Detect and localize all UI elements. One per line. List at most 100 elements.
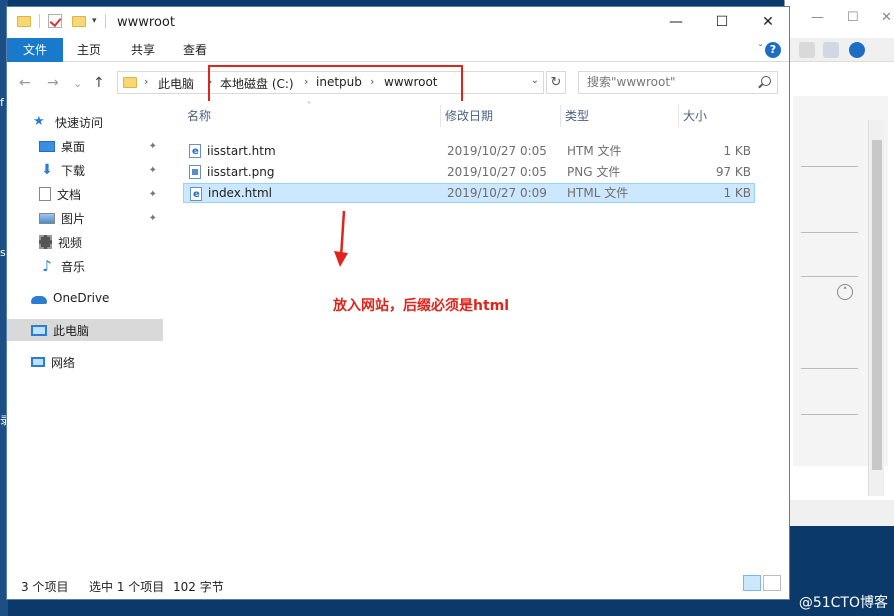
- close-button[interactable]: ✕: [745, 7, 791, 38]
- tab-view[interactable]: 查看: [175, 38, 215, 62]
- bg-maximize-button[interactable]: ☐: [847, 10, 859, 25]
- maximize-button[interactable]: ☐: [699, 7, 745, 38]
- sidebar-item-label: 网络: [51, 355, 76, 370]
- explorer-window: ▾ wwwroot — ☐ ✕ 文件 主页 共享 查看 ˇ ? ← → ⌄ ↑ …: [6, 6, 790, 600]
- file-list: 名称 ˄ 修改日期 类型 大小 iisstart.htm 2019/10/27 …: [167, 101, 789, 567]
- pin-icon[interactable]: ✦: [149, 213, 157, 224]
- recent-locations-button[interactable]: ⌄: [73, 77, 82, 90]
- tab-file[interactable]: 文件: [7, 38, 63, 62]
- back-button[interactable]: ←: [19, 75, 31, 91]
- document-icon: [39, 187, 51, 201]
- computer-icon: [31, 324, 47, 336]
- music-icon: ♪: [42, 257, 52, 275]
- sidebar-item-label: OneDrive: [53, 291, 110, 305]
- tab-home[interactable]: 主页: [69, 38, 109, 62]
- pin-icon[interactable]: ✦: [149, 165, 157, 176]
- title-bar: ▾ wwwroot — ☐ ✕: [7, 7, 789, 38]
- bg-home-icon[interactable]: [823, 42, 839, 58]
- desktop-text: f: [0, 96, 4, 109]
- tab-share[interactable]: 共享: [123, 38, 163, 62]
- file-row-selected[interactable]: index.html 2019/10/27 0:09 HTML 文件 1 KB: [183, 183, 755, 205]
- file-size: 1 KB: [723, 144, 751, 158]
- background-window: — ☐ ✕ ˄: [784, 0, 894, 526]
- sidebar-item-downloads[interactable]: ⬇ 下载 ✦: [7, 159, 163, 181]
- sidebar-item-label: 快速访问: [55, 115, 104, 130]
- breadcrumb-this-pc[interactable]: 此电脑: [158, 75, 194, 92]
- file-row[interactable]: iisstart.png 2019/10/27 0:05 PNG 文件 97 K…: [183, 162, 755, 182]
- desktop-icon: [39, 140, 55, 152]
- search-input[interactable]: [587, 75, 747, 89]
- details-view-icon[interactable]: [743, 575, 761, 591]
- file-size: 1 KB: [723, 186, 751, 200]
- file-row[interactable]: iisstart.htm 2019/10/27 0:05 HTM 文件 1 KB: [183, 141, 755, 162]
- window-title: wwwroot: [117, 15, 175, 30]
- file-name: index.html: [208, 186, 272, 200]
- bg-collapse-icon[interactable]: ˄: [837, 284, 853, 300]
- sidebar-item-network[interactable]: 网络: [7, 351, 163, 373]
- file-modified: 2019/10/27 0:09: [447, 186, 547, 200]
- pin-icon[interactable]: ✦: [149, 141, 157, 152]
- column-header-type[interactable]: 类型: [561, 105, 679, 127]
- quick-access-toolbar: ▾: [17, 14, 106, 28]
- sidebar-item-quick-access[interactable]: ★ 快速访问: [7, 111, 163, 133]
- sidebar-item-desktop[interactable]: 桌面 ✦: [7, 135, 163, 157]
- status-selection: 选中 1 个项目: [89, 580, 165, 594]
- properties-icon[interactable]: [48, 14, 62, 28]
- file-modified: 2019/10/27 0:05: [447, 165, 547, 179]
- sidebar-item-music[interactable]: ♪ 音乐: [7, 255, 163, 277]
- navigation-pane: ★ 快速访问 桌面 ✦ ⬇ 下载 ✦ 文档 ✦ 图片 ✦ 视频 ♪ 音乐 One…: [7, 101, 165, 567]
- status-bar: 3 个项目 选中 1 个项目 102 字节: [7, 575, 789, 599]
- refresh-button[interactable]: ↻: [546, 71, 566, 94]
- bg-minimize-button[interactable]: —: [811, 10, 824, 25]
- new-folder-icon[interactable]: [72, 15, 86, 27]
- search-icon[interactable]: [761, 76, 771, 86]
- forward-button[interactable]: →: [47, 75, 59, 91]
- column-header-name[interactable]: 名称: [183, 105, 441, 127]
- video-icon: [39, 235, 52, 249]
- sidebar-item-label: 音乐: [61, 259, 86, 274]
- bg-close-button[interactable]: ✕: [881, 10, 892, 25]
- html-file-icon: [190, 185, 202, 205]
- watermark: @51CTO博客: [798, 595, 888, 611]
- column-header-modified[interactable]: 修改日期: [441, 105, 561, 127]
- bg-scrollbar[interactable]: [868, 120, 884, 496]
- sidebar-item-videos[interactable]: 视频: [7, 231, 163, 253]
- sort-caret-icon: ˄: [307, 101, 311, 110]
- minimize-button[interactable]: —: [653, 7, 699, 38]
- sidebar-item-onedrive[interactable]: OneDrive: [7, 287, 163, 309]
- onedrive-icon: [31, 295, 47, 304]
- sidebar-item-pictures[interactable]: 图片 ✦: [7, 207, 163, 229]
- download-icon: ⬇: [41, 162, 53, 178]
- sidebar-item-label: 下载: [61, 163, 86, 178]
- customize-dropdown-icon[interactable]: ▾: [92, 16, 97, 26]
- search-box[interactable]: [578, 71, 778, 94]
- file-size: 97 KB: [715, 165, 751, 179]
- sidebar-item-label: 文档: [57, 187, 82, 202]
- up-button[interactable]: ↑: [93, 75, 105, 91]
- annotation-text: 放入网站，后缀必须是html: [333, 298, 510, 314]
- folder-icon: [17, 15, 31, 27]
- pin-icon[interactable]: ✦: [149, 189, 157, 200]
- sidebar-item-label: 此电脑: [53, 323, 90, 338]
- bg-statusbar: [785, 500, 894, 526]
- bg-help-icon[interactable]: [849, 42, 865, 58]
- sidebar-item-label: 视频: [58, 235, 83, 250]
- help-icon[interactable]: ?: [765, 42, 781, 58]
- large-icons-view-icon[interactable]: [763, 575, 781, 591]
- desktop-text: s: [0, 246, 6, 259]
- status-size: 102 字节: [173, 580, 224, 594]
- sidebar-item-label: 桌面: [61, 139, 86, 154]
- file-name: iisstart.png: [207, 165, 275, 179]
- sidebar-item-documents[interactable]: 文档 ✦: [7, 183, 163, 205]
- column-header-size[interactable]: 大小: [679, 105, 759, 127]
- ribbon-tabs: 文件 主页 共享 查看 ˇ ?: [7, 38, 789, 62]
- sidebar-item-label: 图片: [61, 211, 86, 226]
- sidebar-item-this-pc[interactable]: 此电脑: [7, 319, 163, 341]
- ribbon-expand-icon[interactable]: ˇ: [758, 44, 763, 55]
- pictures-icon: [39, 212, 55, 224]
- file-modified: 2019/10/27 0:05: [447, 144, 547, 158]
- star-icon: ★: [33, 114, 45, 129]
- bg-tool-icon[interactable]: [799, 42, 815, 58]
- address-dropdown-icon[interactable]: ⌄: [531, 75, 539, 86]
- network-icon: [31, 357, 45, 367]
